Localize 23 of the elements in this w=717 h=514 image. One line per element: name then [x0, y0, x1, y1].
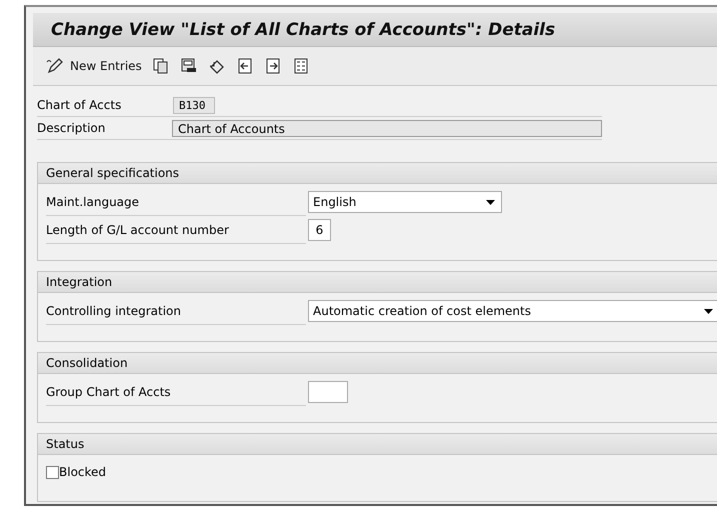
- field-label: Group Chart of Accts: [46, 384, 171, 398]
- field-label: Description: [37, 121, 106, 135]
- field-label: Length of G/L account number: [46, 222, 229, 236]
- field-label: Maint.language: [46, 194, 140, 208]
- pencil-icon: [46, 58, 64, 74]
- input-field[interactable]: [308, 381, 348, 403]
- field-label: Controlling integration: [46, 304, 181, 318]
- group-title: General specifications: [46, 166, 180, 180]
- group-title: Integration: [46, 275, 112, 289]
- field-label: Chart of Accts: [37, 98, 122, 112]
- checkbox[interactable]: [46, 466, 59, 478]
- new-entries-button[interactable]: New Entries: [43, 56, 145, 76]
- caret-icon: [704, 308, 713, 314]
- caret-icon: [486, 200, 495, 204]
- display-field[interactable]: Chart of Accounts: [172, 120, 602, 136]
- window-title: Change View "List of All Charts of Accounts": Details: [51, 20, 556, 40]
- group-title: Status: [46, 437, 84, 451]
- dropdown[interactable]: English: [308, 191, 502, 213]
- dropdown[interactable]: Automatic creation of cost elements: [308, 300, 717, 322]
- checkbox-label: Blocked: [59, 465, 106, 479]
- input-field[interactable]: 6: [308, 219, 331, 241]
- group-title: Consolidation: [46, 356, 128, 370]
- display-field[interactable]: B130: [173, 96, 215, 114]
